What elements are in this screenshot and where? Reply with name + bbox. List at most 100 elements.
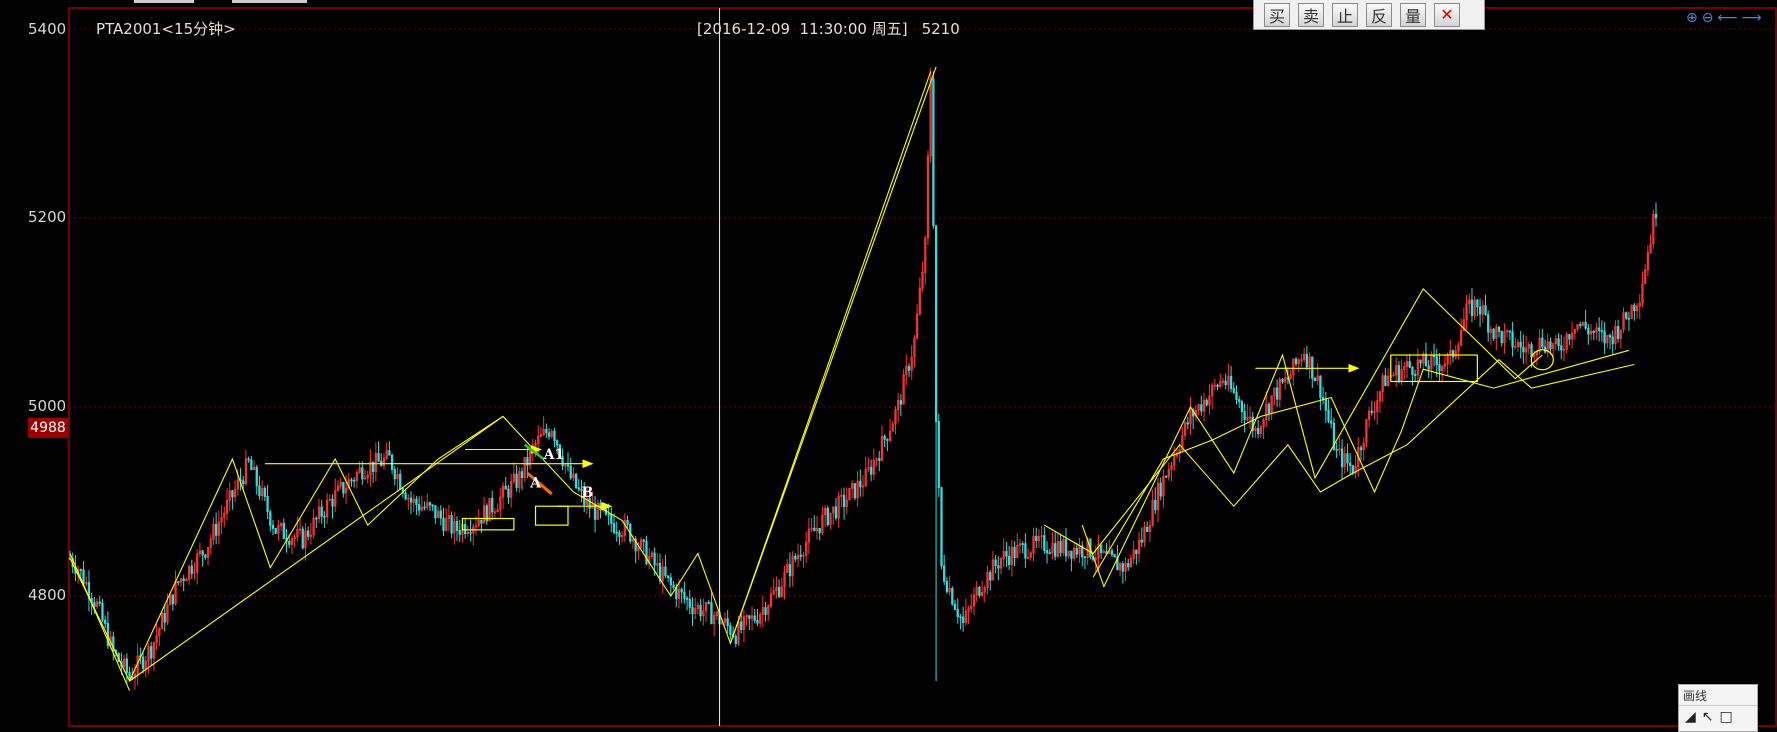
candle-body bbox=[1127, 562, 1130, 568]
sell-button[interactable]: 卖 bbox=[1298, 2, 1324, 27]
candle-body bbox=[288, 540, 291, 545]
candle-body bbox=[699, 604, 702, 617]
draw-line-panel: 画线 ◢ ↖ □ bbox=[1678, 684, 1758, 732]
draw-panel-title: 画线 bbox=[1679, 685, 1757, 706]
candle-body bbox=[263, 487, 267, 497]
candle-body bbox=[1013, 546, 1016, 558]
scroll-left-icon[interactable]: ⟵ bbox=[1717, 10, 1737, 26]
candle-body bbox=[1370, 410, 1373, 413]
candle-body bbox=[307, 530, 310, 537]
candle-body bbox=[439, 510, 442, 519]
zoom-out-icon[interactable]: ⊖ bbox=[1702, 10, 1714, 26]
annotation-line-2 bbox=[69, 553, 131, 691]
candle-body bbox=[1579, 324, 1582, 326]
candle-body bbox=[1470, 299, 1474, 316]
candle-body bbox=[956, 609, 959, 618]
candle-body bbox=[951, 588, 954, 605]
candle-body bbox=[1113, 554, 1116, 558]
candle-body bbox=[455, 521, 459, 531]
candle-body bbox=[734, 636, 737, 645]
candle-body bbox=[794, 555, 797, 560]
candle-body bbox=[269, 511, 272, 526]
close-button[interactable]: ✕ bbox=[1434, 2, 1460, 27]
scroll-right-icon[interactable]: ⟶ bbox=[1742, 10, 1762, 26]
candle-body bbox=[653, 552, 656, 566]
candle-body bbox=[842, 494, 846, 508]
candle-body bbox=[491, 497, 494, 513]
y-tick-5200: 5200 bbox=[28, 208, 67, 226]
candle-body bbox=[182, 578, 185, 582]
candle-body bbox=[799, 554, 802, 557]
candle-body bbox=[266, 496, 269, 513]
candle-body bbox=[753, 615, 756, 621]
candle-body bbox=[271, 524, 275, 529]
candle-body bbox=[869, 466, 873, 475]
candle-body bbox=[1384, 375, 1387, 387]
candle-body bbox=[1146, 526, 1149, 532]
candle-body bbox=[1140, 539, 1143, 543]
candle-body bbox=[1024, 543, 1027, 559]
candle-body bbox=[377, 453, 380, 462]
candle-body bbox=[1397, 365, 1401, 381]
candle-body bbox=[618, 532, 621, 538]
reverse-button[interactable]: 反 bbox=[1366, 2, 1392, 27]
candle-body bbox=[399, 473, 402, 490]
candle-body bbox=[409, 497, 413, 503]
candle-body bbox=[834, 506, 838, 519]
candle-body bbox=[1478, 306, 1482, 315]
candle-body bbox=[201, 550, 204, 556]
candle-body bbox=[1257, 428, 1260, 435]
candle-body bbox=[1205, 399, 1208, 406]
candle-body bbox=[104, 619, 107, 624]
buy-button[interactable]: 买 bbox=[1264, 2, 1290, 27]
candle-body bbox=[1154, 499, 1157, 511]
candle-body bbox=[1324, 399, 1327, 411]
candle-body bbox=[1005, 550, 1008, 557]
candle-body bbox=[688, 598, 691, 608]
rectangle-icon[interactable]: □ bbox=[1720, 709, 1733, 725]
y-tick-5400: 5400 bbox=[28, 20, 67, 38]
candle-body bbox=[707, 601, 710, 604]
candle-body bbox=[1159, 482, 1162, 497]
candle-body bbox=[883, 435, 886, 440]
y-tick-4800: 4800 bbox=[28, 586, 67, 604]
annotation-line-3 bbox=[729, 66, 937, 644]
candle-body bbox=[788, 564, 792, 577]
volume-button[interactable]: 量 bbox=[1400, 2, 1426, 27]
candle-body bbox=[566, 464, 570, 467]
y-tick-5000: 5000 bbox=[28, 397, 67, 415]
candle-body bbox=[1327, 409, 1330, 422]
candle-body bbox=[669, 577, 672, 586]
candle-body bbox=[125, 658, 128, 673]
candle-body bbox=[1408, 361, 1411, 368]
pointer-icon[interactable]: ↖ bbox=[1702, 709, 1714, 725]
candle-body bbox=[610, 514, 613, 524]
candle-body bbox=[945, 580, 949, 593]
zoom-in-icon[interactable]: ⊕ bbox=[1686, 10, 1698, 26]
pen-icon[interactable]: ◢ bbox=[1685, 709, 1696, 725]
candle-body bbox=[1135, 549, 1138, 555]
candle-body bbox=[607, 513, 610, 516]
stop-button[interactable]: 止 bbox=[1332, 2, 1358, 27]
candle-body bbox=[1427, 365, 1430, 370]
candle-body bbox=[1305, 353, 1309, 368]
candle-body bbox=[1216, 384, 1219, 388]
annotation-zigzag-0 bbox=[69, 71, 932, 683]
candle-body bbox=[666, 575, 670, 579]
candle-body bbox=[1238, 399, 1241, 403]
trade-toolbar: 买 卖 止 反 量 ✕ bbox=[1253, 0, 1485, 30]
candle-body bbox=[1424, 353, 1428, 367]
candle-body bbox=[1598, 327, 1601, 331]
candle-body bbox=[645, 540, 648, 565]
annotation-box-12 bbox=[534, 505, 569, 526]
candle-body bbox=[177, 581, 180, 583]
candle-body bbox=[664, 566, 667, 577]
candle-body bbox=[431, 504, 434, 507]
candle-body bbox=[141, 656, 145, 669]
candle-body bbox=[1043, 535, 1046, 551]
candle-body bbox=[1200, 404, 1203, 412]
candle-body bbox=[1164, 475, 1168, 478]
candle-body bbox=[1451, 350, 1455, 358]
candle-body bbox=[1557, 338, 1560, 347]
candlestick-chart[interactable]: A1A B bbox=[0, 0, 1777, 732]
